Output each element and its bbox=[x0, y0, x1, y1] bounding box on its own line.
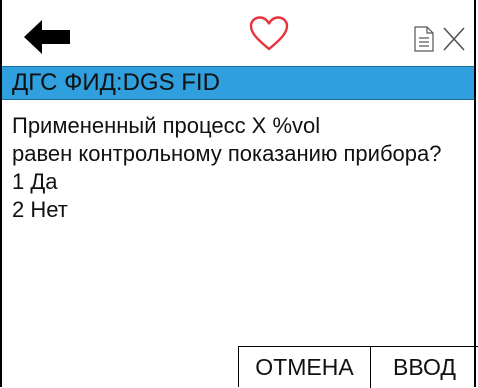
close-icon bbox=[443, 27, 465, 51]
document-button[interactable] bbox=[414, 26, 434, 52]
cancel-button[interactable]: ОТМЕНА bbox=[239, 347, 371, 388]
arrow-left-icon bbox=[24, 20, 70, 54]
option-no[interactable]: 2 Нет bbox=[12, 196, 472, 224]
prompt-line-question-2: равен контрольному показанию прибора? bbox=[12, 141, 442, 166]
option-yes[interactable]: 1 Да bbox=[12, 168, 472, 196]
softkey-bar: ОТМЕНА ВВОД bbox=[238, 346, 478, 388]
back-button[interactable] bbox=[24, 20, 70, 54]
title-bar: ДГС ФИД:DGS FID bbox=[2, 66, 474, 100]
heart-outline-icon bbox=[249, 16, 289, 52]
prompt-line-question-1: Примененный процесс X %vol bbox=[12, 113, 321, 138]
close-button[interactable] bbox=[442, 26, 466, 52]
document-icon bbox=[414, 26, 434, 52]
page-title: ДГС ФИД:DGS FID bbox=[12, 69, 220, 96]
device-screen: ДГС ФИД:DGS FID Примененный процесс X %v… bbox=[0, 0, 478, 388]
prompt-message: Примененный процесс X %vol равен контрол… bbox=[12, 112, 472, 224]
top-toolbar bbox=[2, 0, 474, 66]
enter-button[interactable]: ВВОД bbox=[371, 347, 478, 388]
